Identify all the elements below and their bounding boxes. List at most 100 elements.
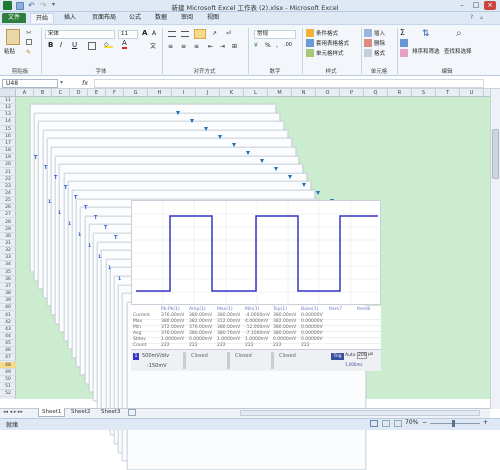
row-header-34[interactable]: 34 [0,261,16,269]
row-header-14[interactable]: 14 [0,118,16,126]
row-header-41[interactable]: 41 [0,312,16,319]
row-header-51[interactable]: 51 [0,383,16,391]
row-header-20[interactable]: 20 [0,161,16,169]
column-header-o[interactable]: O [316,89,340,97]
format-cells-icon[interactable] [364,49,372,57]
align-center-icon[interactable]: ≡ [181,43,186,50]
bold-button[interactable]: B [48,41,53,49]
orientation-icon[interactable]: ↗ [212,30,217,37]
column-header-c[interactable]: C [52,89,70,97]
column-header-p[interactable]: P [340,89,364,97]
number-format-select[interactable]: 常规 [254,30,296,39]
row-header-11[interactable]: 11 [0,97,16,105]
row-header-49[interactable]: 49 [0,369,16,376]
zoom-out-icon[interactable]: − [422,419,427,426]
row-header-18[interactable]: 18 [0,147,16,155]
row-header-26[interactable]: 26 [0,204,16,212]
row-header-28[interactable]: 28 [0,219,16,226]
sheet-nav-icon[interactable]: ◂◂ ◂ ▸ ▸▸ [3,409,23,415]
format-painter-icon[interactable]: ✎ [26,49,31,56]
paste-icon[interactable] [6,29,20,45]
row-header-39[interactable]: 39 [0,297,16,305]
tab-data[interactable]: 数据 [150,13,172,23]
row-header-40[interactable]: 40 [0,304,16,312]
redo-icon[interactable]: ↷ [40,1,47,10]
tab-insert[interactable]: 插入 [58,13,82,23]
column-header-m[interactable]: M [268,89,292,97]
column-header-s[interactable]: S [412,89,436,97]
font-name-select[interactable]: 宋体 [45,30,115,39]
paste-button[interactable]: 粘贴 [4,47,15,55]
column-header-r[interactable]: R [388,89,412,97]
cut-icon[interactable]: ✂ [26,29,32,37]
column-header-e[interactable]: E [88,89,106,97]
vertical-scroll-thumb[interactable] [492,129,499,179]
row-header-17[interactable]: 17 [0,140,16,147]
align-top-icon[interactable] [168,31,176,37]
italic-button[interactable]: I [60,41,62,49]
column-header-l[interactable]: L [244,89,268,97]
insert-function-icon[interactable]: fx [82,79,88,87]
trigger-level[interactable]: 200 [357,352,367,359]
row-header-31[interactable]: 31 [0,240,16,248]
column-header-u[interactable]: U [460,89,484,97]
row-header-50[interactable]: 50 [0,376,16,383]
zoom-slider[interactable] [430,423,480,424]
zoom-level[interactable]: 70% [405,419,418,426]
row-header-44[interactable]: 44 [0,333,16,341]
column-header-n[interactable]: N [292,89,316,97]
percent-icon[interactable]: % [265,42,271,49]
sheet-tab-2[interactable]: Sheet2 [68,408,93,417]
grow-font-button[interactable]: A [142,29,147,37]
fill-color-icon[interactable]: ◇ [104,41,113,48]
row-header-30[interactable]: 30 [0,233,16,240]
select-all-corner[interactable] [0,89,16,97]
format-cells-button[interactable]: 格式 [374,49,385,57]
close-icon[interactable]: × [484,1,496,10]
find-select-icon[interactable]: ⌕ [456,28,462,39]
row-header-16[interactable]: 16 [0,133,16,140]
fill-icon[interactable] [400,39,408,47]
autosum-button[interactable]: Σ [400,28,405,37]
column-header-b[interactable]: B [34,89,52,97]
ribbon-minimize-icon[interactable]: ▵ [480,14,483,21]
merge-center-icon[interactable]: ⊞ [232,43,237,50]
underline-button[interactable]: U [72,41,77,49]
row-header-37[interactable]: 37 [0,283,16,290]
font-color-icon[interactable]: A [122,40,127,49]
row-header-33[interactable]: 33 [0,254,16,262]
row-header-13[interactable]: 13 [0,111,16,119]
formula-input[interactable] [94,79,484,88]
copy-icon[interactable] [26,39,32,45]
tab-home[interactable]: 开始 [30,13,54,23]
sort-filter-button[interactable]: 排序和筛选 [412,47,440,55]
comma-icon[interactable]: , [276,42,278,49]
zoom-slider-thumb[interactable] [452,420,455,427]
minimize-icon[interactable]: – [456,1,468,10]
column-header-h[interactable]: H [148,89,172,97]
column-header-d[interactable]: D [70,89,88,97]
tab-formulas[interactable]: 公式 [124,13,146,23]
row-header-23[interactable]: 23 [0,183,16,190]
wrap-text-icon[interactable]: ⏎ [226,30,231,37]
align-middle-icon[interactable] [181,31,189,37]
column-header-t[interactable]: T [436,89,460,97]
tab-view[interactable]: 视图 [202,13,224,23]
tab-file[interactable]: 文件 [2,13,26,23]
row-header-22[interactable]: 22 [0,176,16,183]
delete-cells-button[interactable]: 删除 [374,39,385,47]
row-header-35[interactable]: 35 [0,269,16,276]
row-header-45[interactable]: 45 [0,340,16,348]
horizontal-scrollbar[interactable] [240,410,480,416]
decimal-icon[interactable]: .00 [284,42,292,48]
row-header-24[interactable]: 24 [0,190,16,198]
help-icon[interactable]: ? [470,14,473,21]
align-right-icon[interactable]: ≡ [194,43,199,50]
column-header-g[interactable]: G [124,89,148,97]
shrink-font-button[interactable]: A [152,30,156,37]
row-header-47[interactable]: 47 [0,354,16,362]
vertical-scrollbar[interactable] [490,89,500,409]
page-break-view-icon[interactable] [394,420,402,427]
zoom-in-icon[interactable]: + [483,419,488,426]
sheet-tab-1[interactable]: Sheet1 [38,408,66,417]
